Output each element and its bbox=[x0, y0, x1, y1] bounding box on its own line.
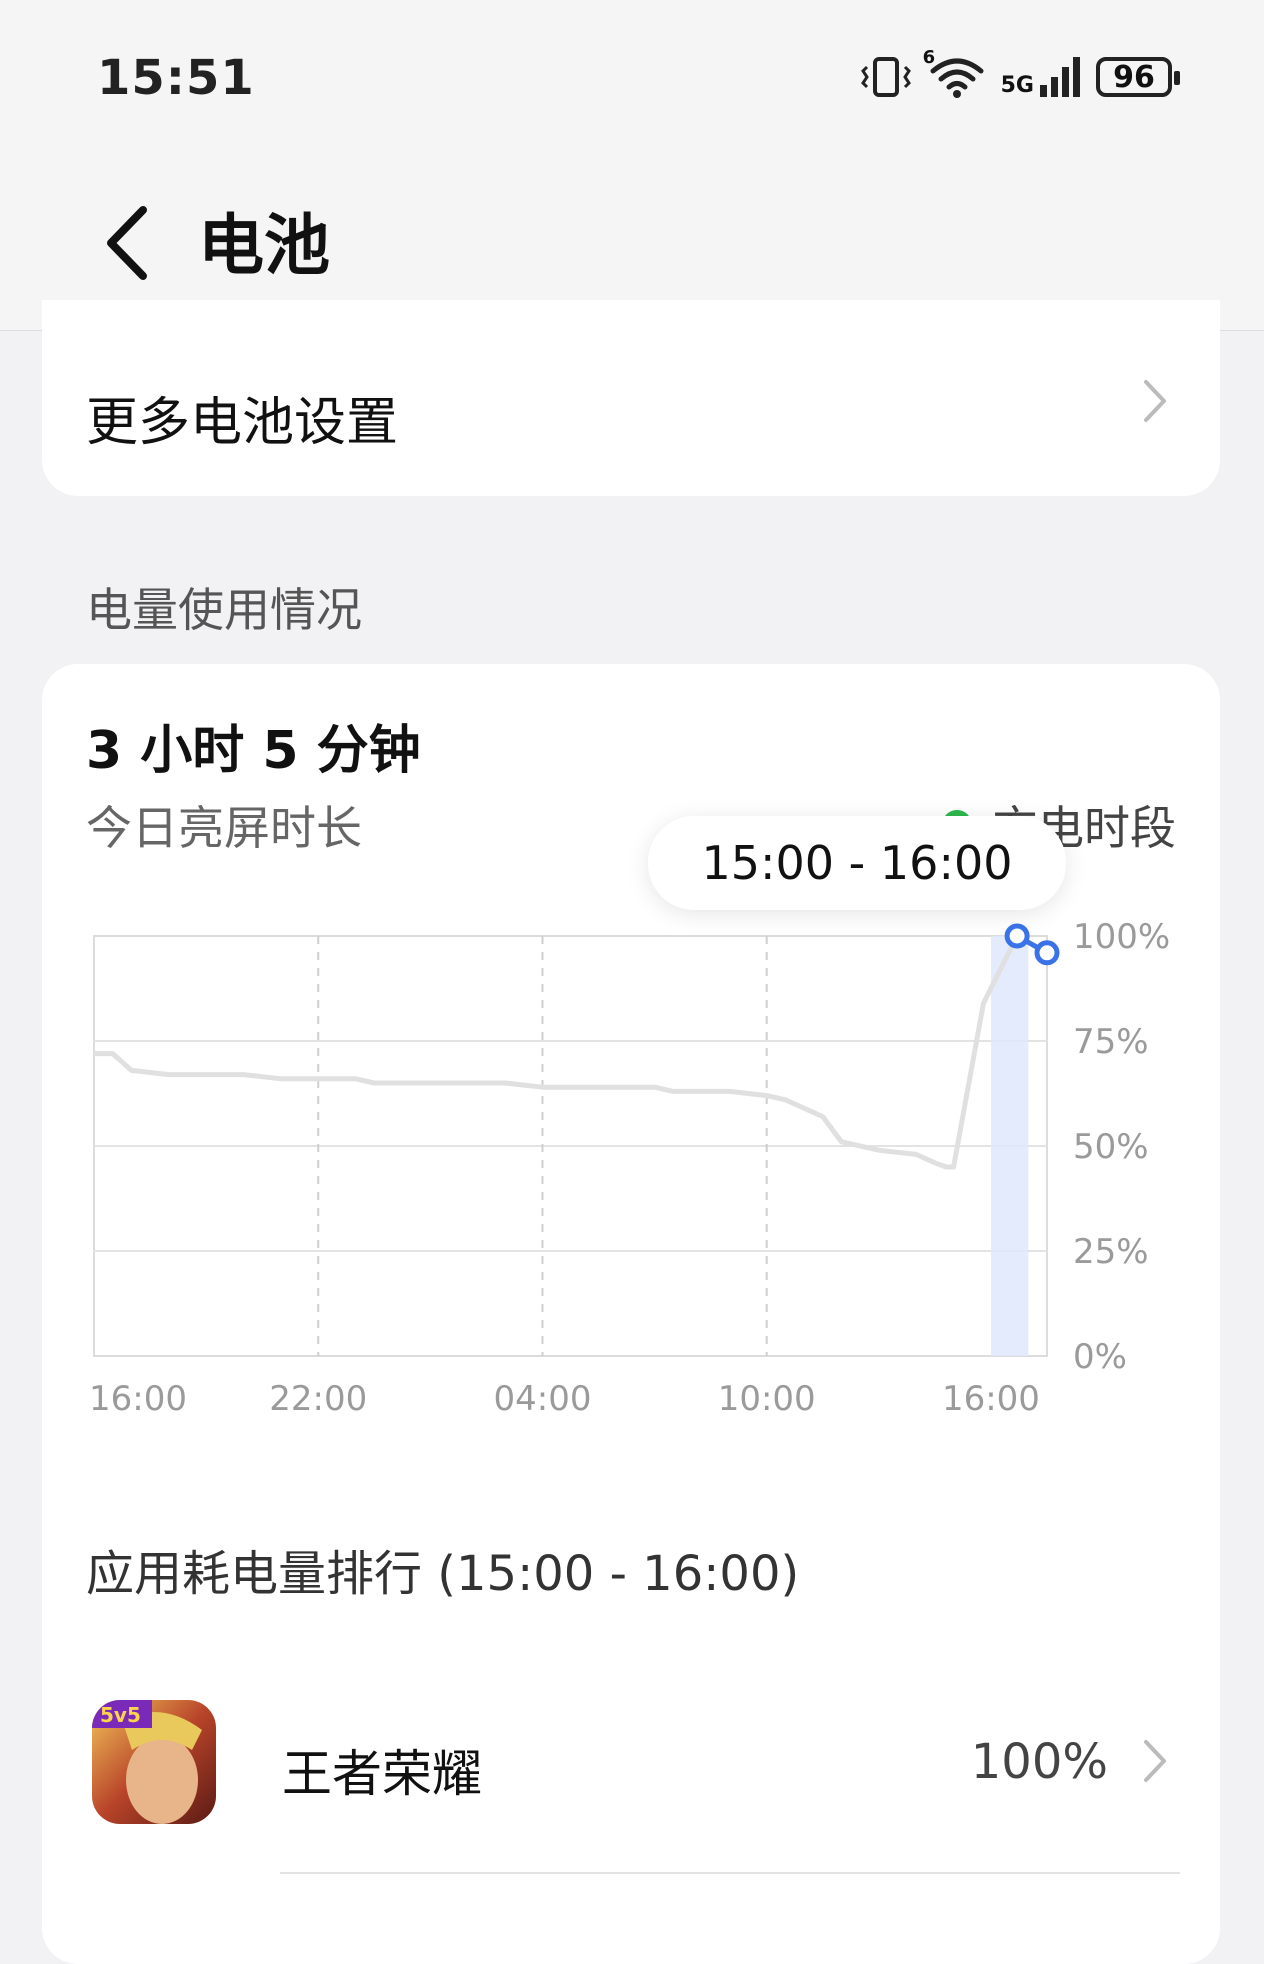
y-tick-label: 100% bbox=[1073, 917, 1170, 957]
cellular-signal-icon: 5G bbox=[1001, 57, 1082, 97]
app-ranking-heading: 应用耗电量排行 (15:00 - 16:00) bbox=[86, 1546, 800, 1602]
wifi-badge: 6 bbox=[922, 47, 936, 68]
app-icon-wangzherongyao: 5v5 bbox=[92, 1700, 216, 1824]
y-tick-label: 25% bbox=[1073, 1232, 1149, 1272]
x-tick-label: 10:00 bbox=[718, 1379, 816, 1419]
chevron-right-icon bbox=[1144, 1740, 1166, 1782]
y-tick-label: 50% bbox=[1073, 1127, 1149, 1167]
status-time: 15:51 bbox=[97, 50, 255, 106]
battery-chart[interactable]: 100% 75% 50% 25% 0% 16:00 22:00 04:00 10:00 16:00 bbox=[42, 664, 1220, 1464]
network-type: 5G bbox=[1000, 73, 1034, 98]
app-row-wangzherongyao[interactable]: 5v5 王者荣耀 100% bbox=[42, 1674, 1220, 1844]
row-divider bbox=[280, 1872, 1180, 1874]
battery-usage-card: 3 小时 5 分钟 今日亮屏时长 充电时段 100% 75% 50% 25% 0% 16:… bbox=[42, 664, 1220, 1964]
x-tick-label: 04:00 bbox=[493, 1379, 591, 1419]
battery-series-line bbox=[94, 933, 1049, 1170]
x-tick-label: 22:00 bbox=[269, 1379, 367, 1419]
battery-icon: 96 bbox=[1096, 57, 1180, 97]
selected-point-end bbox=[1034, 940, 1060, 966]
more-battery-settings-row[interactable]: 更多电池设置 bbox=[42, 300, 1220, 496]
x-tick-label: 16:00 bbox=[942, 1379, 1040, 1419]
more-battery-settings-label: 更多电池设置 bbox=[86, 393, 399, 453]
y-tick-label: 0% bbox=[1073, 1337, 1127, 1377]
status-icons: 6 5G 96 bbox=[859, 47, 1180, 102]
app-name: 王者荣耀 bbox=[282, 1745, 482, 1803]
app-icon-badge: 5v5 bbox=[100, 1703, 141, 1727]
status-bar: 15:51 6 5G 96 bbox=[0, 0, 1264, 160]
app-usage-percent: 100% bbox=[970, 1734, 1108, 1790]
chart-tooltip-text: 15:00 - 16:00 bbox=[701, 836, 1013, 890]
selected-range-highlight bbox=[990, 936, 1029, 1356]
page-title: 电池 bbox=[198, 207, 330, 284]
vibrate-icon bbox=[860, 57, 911, 97]
x-tick-label: 16:00 bbox=[89, 1379, 187, 1419]
wifi-icon: 6 bbox=[923, 47, 987, 99]
chevron-left-icon[interactable] bbox=[95, 198, 165, 288]
selected-point-start bbox=[1004, 923, 1030, 949]
y-tick-label: 75% bbox=[1073, 1022, 1149, 1062]
battery-level: 96 bbox=[1113, 59, 1155, 95]
chart-tooltip: 15:00 - 16:00 bbox=[648, 816, 1066, 910]
chevron-right-icon bbox=[1144, 380, 1166, 422]
battery-usage-heading: 电量使用情况 bbox=[86, 583, 362, 637]
